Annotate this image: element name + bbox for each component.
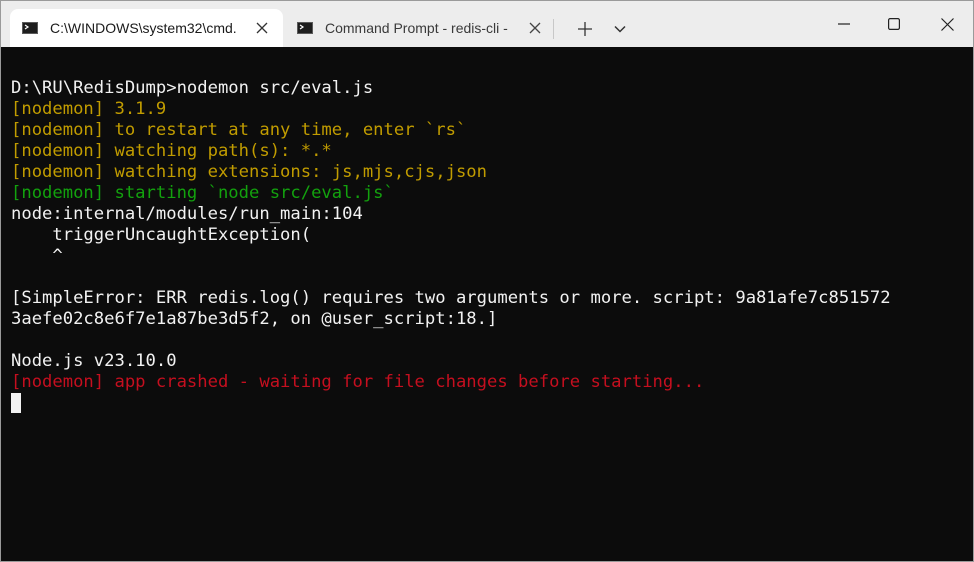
terminal-line: [nodemon] 3.1.9 (11, 99, 167, 119)
title-bar: C:\WINDOWS\system32\cmd. Command Prompt … (1, 1, 973, 47)
terminal-line: [nodemon] watching extensions: js,mjs,cj… (11, 162, 487, 182)
chevron-down-icon (614, 25, 626, 33)
tab-dropdown-button[interactable] (606, 15, 634, 43)
maximize-button[interactable] (871, 1, 917, 47)
text-cursor (11, 393, 21, 413)
terminal-lines: D:\RU\RedisDump>nodemon src/eval.js [node… (11, 78, 966, 414)
terminal-line: [nodemon] app crashed - waiting for file… (11, 372, 705, 392)
terminal-line: ^ (11, 246, 63, 266)
close-tab-icon[interactable] (526, 19, 544, 37)
maximize-icon (888, 18, 900, 30)
terminal-line: D:\RU\RedisDump>nodemon src/eval.js (11, 78, 374, 98)
terminal-line: Node.js v23.10.0 (11, 351, 177, 371)
terminal-line: [nodemon] watching path(s): *.* (11, 141, 332, 161)
terminal-window: C:\WINDOWS\system32\cmd. Command Prompt … (0, 0, 974, 562)
terminal-line: [nodemon] to restart at any time, enter … (11, 120, 467, 140)
tab-divider (553, 19, 554, 39)
plus-icon (578, 22, 592, 36)
terminal-line: [SimpleError: ERR redis.log() requires t… (11, 288, 891, 308)
terminal-output[interactable]: D:\RU\RedisDump>nodemon src/eval.js [node… (1, 47, 973, 561)
terminal-icon (297, 22, 313, 34)
tab-label: C:\WINDOWS\system32\cmd. (50, 20, 237, 36)
close-icon (940, 17, 954, 31)
minimize-button[interactable] (821, 1, 867, 47)
terminal-line: triggerUncaughtException( (11, 225, 312, 245)
close-window-button[interactable] (923, 1, 971, 47)
terminal-icon (22, 22, 38, 34)
terminal-line: 3aefe02c8e6f7e1a87be3d5f2, on @user_scri… (11, 309, 498, 329)
terminal-line: node:internal/modules/run_main:104 (11, 204, 363, 224)
tab-label: Command Prompt - redis-cli - (325, 20, 508, 36)
close-tab-icon[interactable] (253, 19, 271, 37)
terminal-prompt-line (11, 393, 966, 414)
tab-cmd[interactable]: C:\WINDOWS\system32\cmd. (10, 9, 283, 47)
tab-redis-cli[interactable]: Command Prompt - redis-cli - (285, 9, 553, 47)
minimize-icon (838, 23, 850, 25)
new-tab-button[interactable] (571, 15, 599, 43)
terminal-line: [nodemon] starting `node src/eval.js` (11, 183, 394, 203)
